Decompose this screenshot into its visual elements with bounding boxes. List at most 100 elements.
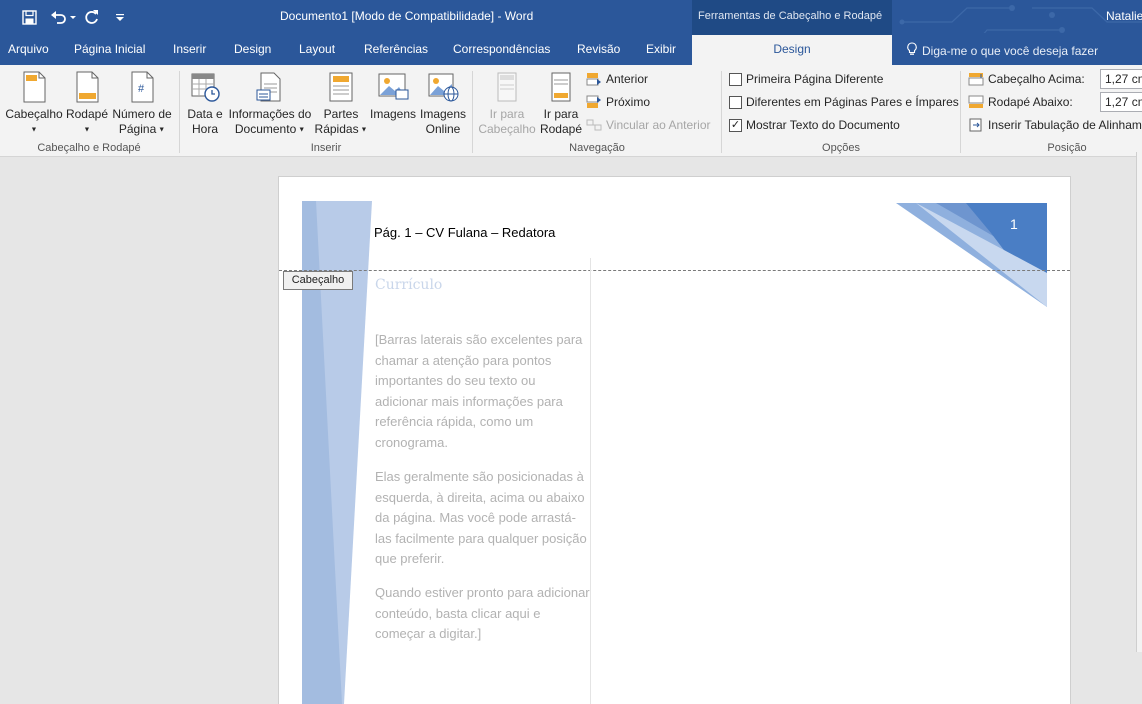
goto-header-label-2: Cabeçalho [478, 122, 536, 136]
context-tools-title: Ferramentas de Cabeçalho e Rodapé [698, 10, 883, 22]
online-label-1: Imagens [419, 107, 467, 121]
customize-qat-icon[interactable] [112, 7, 128, 27]
next-icon [586, 95, 601, 108]
header-region-tag: Cabeçalho [283, 271, 353, 290]
group-label-insert: Inserir [310, 142, 342, 154]
page-number-label-1: Número de [112, 107, 172, 121]
redo-icon[interactable] [82, 7, 102, 27]
tab-referencias[interactable]: Referências [364, 42, 428, 56]
header-top-label: Cabeçalho Acima: [988, 72, 1085, 86]
picture-icon [378, 73, 409, 100]
link-chain-icon [586, 119, 602, 131]
page-number-button[interactable]: # Número de Página ▼ [110, 70, 174, 137]
header-from-top-label: Cabeçalho Acima: [968, 70, 1085, 88]
group-label-navigation: Navegação [569, 142, 625, 154]
svg-text:#: # [138, 83, 145, 95]
footer-position-icon [968, 95, 984, 108]
tab-revisao[interactable]: Revisão [577, 42, 620, 56]
document-title: Documento1 [Modo de Compatibilidade] - W… [280, 9, 534, 23]
goto-header-icon [497, 72, 517, 102]
page-number-icon: # [131, 71, 154, 103]
document-info-icon [256, 72, 281, 102]
group-separator [960, 71, 961, 153]
insert-alignment-tab-button[interactable]: Inserir Tabulação de Alinhamento [968, 116, 1142, 134]
chevron-down-icon: ▼ [83, 126, 91, 134]
date-time-button[interactable]: Data e Hora [184, 70, 226, 137]
footer-bottom-label: Rodapé Abaixo: [988, 95, 1073, 109]
goto-footer-icon [551, 72, 571, 102]
vertical-scrollbar[interactable] [1136, 152, 1142, 652]
header-boundary-line [279, 270, 1070, 271]
ribbon: Cabeçalho ▼ Rodapé ▼ # Número de Página … [0, 65, 1142, 157]
header-page-icon [23, 71, 46, 103]
pictures-button[interactable]: Imagens [368, 70, 418, 122]
next-label: Próximo [606, 95, 651, 109]
header-label: Cabeçalho [5, 107, 63, 121]
lightbulb-icon [906, 42, 918, 59]
tell-me-text: Diga-me o que você deseja fazer [922, 43, 1099, 58]
group-label-position: Posição [1047, 142, 1087, 154]
goto-header-button[interactable]: Ir para Cabeçalho [476, 70, 538, 137]
quick-parts-label-2: Rápidas [314, 122, 359, 136]
group-separator [472, 71, 473, 153]
link-previous-label: Vincular ao Anterior [606, 118, 711, 132]
sidebar-paragraph-1[interactable]: [Barras laterais são excelentes para cha… [375, 330, 591, 453]
next-button[interactable]: Próximo [586, 93, 650, 111]
link-previous-button[interactable]: Vincular ao Anterior [586, 116, 711, 134]
insert-tab-label: Inserir Tabulação de Alinhamento [988, 118, 1142, 132]
sidebar-paragraph-2[interactable]: Elas geralmente são posicionadas à esque… [375, 467, 591, 570]
group-separator [721, 71, 722, 153]
odd-even-label: Diferentes em Páginas Pares e Ímpares [746, 95, 959, 109]
quick-parts-label-1: Partes [323, 107, 359, 121]
undo-icon[interactable] [48, 7, 78, 27]
previous-button[interactable]: Anterior [586, 70, 648, 88]
tab-context-design[interactable]: Design [692, 35, 892, 65]
docinfo-label-1: Informações do [228, 107, 312, 121]
calendar-clock-icon [191, 73, 220, 102]
tab-correspondencias[interactable]: Correspondências [453, 42, 550, 56]
chevron-down-icon: ▼ [296, 126, 306, 134]
show-document-text-checkbox[interactable]: ✓ Mostrar Texto do Documento [729, 116, 900, 134]
save-icon[interactable] [18, 7, 40, 27]
online-pictures-button[interactable]: Imagens Online [418, 70, 468, 137]
header-position-icon [968, 73, 984, 86]
tab-layout[interactable]: Layout [299, 42, 335, 56]
tab-design[interactable]: Design [234, 42, 271, 56]
odd-even-different-checkbox[interactable]: Diferentes em Páginas Pares e Ímpares [729, 93, 959, 111]
tell-me-box[interactable]: Diga-me o que você deseja fazer [906, 42, 1098, 59]
online-picture-icon [428, 73, 459, 102]
tab-exibir[interactable]: Exibir [646, 42, 676, 56]
user-name[interactable]: Natalie [1106, 9, 1142, 23]
checkbox-box[interactable]: ✓ [729, 118, 742, 132]
checkbox-box[interactable] [729, 95, 742, 109]
footer-bottom-input[interactable]: 1,27 cm [1100, 92, 1142, 112]
footer-button[interactable]: Rodapé ▼ [64, 70, 110, 137]
quick-parts-button[interactable]: Partes Rápidas ▼ [314, 70, 368, 137]
header-button[interactable]: Cabeçalho ▼ [4, 70, 64, 137]
first-page-different-checkbox[interactable]: Primeira Página Diferente [729, 70, 883, 88]
goto-header-label-1: Ir para [489, 107, 525, 121]
date-label-2: Hora [191, 122, 218, 136]
chevron-down-icon: ▼ [30, 126, 38, 134]
page-number-field[interactable]: 1 [1010, 216, 1018, 232]
chevron-down-icon: ▼ [358, 126, 368, 134]
tab-arquivo[interactable]: Arquivo [8, 42, 49, 56]
word-window: Documento1 [Modo de Compatibilidade] - W… [0, 0, 1142, 704]
footer-from-bottom-label: Rodapé Abaixo: [968, 93, 1073, 111]
page-number-label-2: Página [118, 122, 157, 136]
pictures-label: Imagens [369, 107, 417, 121]
corner-triangle-decoration [896, 203, 1047, 307]
header-text[interactable]: Pág. 1 – CV Fulana – Redatora [374, 225, 555, 240]
tab-pagina-inicial[interactable]: Página Inicial [74, 42, 145, 56]
tab-inserir[interactable]: Inserir [173, 42, 206, 56]
header-top-input[interactable]: 1,27 cm [1100, 69, 1142, 89]
group-separator [179, 71, 180, 153]
previous-label: Anterior [606, 72, 649, 86]
sidebar-paragraph-3[interactable]: Quando estiver pronto para adicionar con… [375, 583, 591, 645]
goto-footer-button[interactable]: Ir para Rodapé [538, 70, 584, 137]
cv-title[interactable]: Currículo [375, 277, 442, 293]
footer-page-icon [76, 71, 99, 103]
checkbox-box[interactable] [729, 72, 742, 86]
goto-footer-label-2: Rodapé [539, 122, 583, 136]
document-info-button[interactable]: Informações do Documento ▼ [226, 70, 314, 137]
